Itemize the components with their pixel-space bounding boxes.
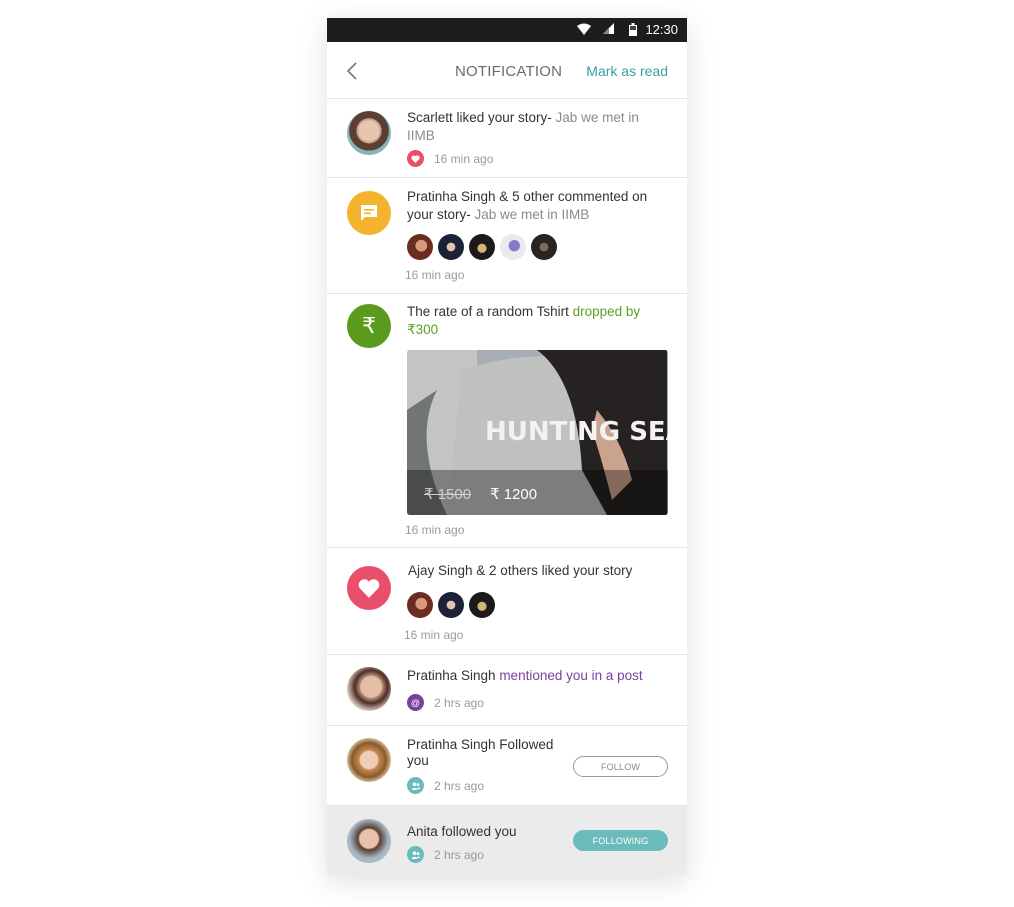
- avatar-pratinha-2: [347, 738, 391, 782]
- notification-text: Pratinha Singh mentioned you in a post: [407, 667, 669, 685]
- notification-item[interactable]: Scarlett liked your story- Jab we met in…: [327, 99, 687, 178]
- wifi-icon: [577, 23, 591, 35]
- notification-item[interactable]: Pratinha Singh & 5 other commented on yo…: [327, 178, 687, 294]
- notification-time: 2 hrs ago: [434, 847, 485, 862]
- notification-text: Scarlett liked your story- Jab we met in…: [407, 109, 669, 145]
- avatar: [438, 592, 464, 618]
- notification-time: 16 min ago: [405, 268, 465, 282]
- notification-meta: 16 min ago: [407, 150, 493, 167]
- mark-as-read-button[interactable]: Mark as read: [586, 63, 668, 79]
- notification-text: The rate of a random Tshirt dropped by ₹…: [407, 303, 669, 339]
- notification-item[interactable]: Pratinha Singh mentioned you in a post @…: [327, 655, 687, 726]
- signal-icon: [603, 23, 614, 34]
- notification-time: 16 min ago: [434, 151, 494, 166]
- avatar: [469, 234, 495, 260]
- shirt-print-text: HUNTING SEASON: [485, 417, 668, 447]
- notification-text: Pratinha Singh & 5 other commented on yo…: [407, 188, 669, 224]
- notification-item[interactable]: Anita followed you 2 hrs ago FOLLOWING: [327, 806, 687, 875]
- heart-icon: [347, 566, 391, 610]
- notification-body: The rate of a random Tshirt: [407, 304, 573, 319]
- phone-screen: 12:30 NOTIFICATION Mark as read Scarlett…: [327, 18, 687, 875]
- notification-meta: 2 hrs ago: [407, 846, 484, 863]
- back-arrow-icon[interactable]: [345, 61, 359, 81]
- notification-text: Ajay Singh & 2 others liked your story: [408, 563, 633, 578]
- notification-time: 16 min ago: [404, 628, 464, 642]
- status-bar: 12:30: [327, 18, 687, 42]
- rupee-icon: ₹: [347, 304, 391, 348]
- avatar-scarlett: [347, 111, 391, 155]
- avatar: [407, 592, 433, 618]
- avatar: [531, 234, 557, 260]
- status-time: 12:30: [645, 22, 678, 37]
- follow-button[interactable]: FOLLOW: [573, 756, 668, 777]
- notification-meta: @ 2 hrs ago: [407, 694, 484, 711]
- page-title: NOTIFICATION: [455, 63, 563, 80]
- battery-icon: [629, 23, 637, 36]
- avatar: [407, 234, 433, 260]
- avatar-anita: [347, 819, 391, 863]
- comment-icon: [347, 191, 391, 235]
- notification-time: 2 hrs ago: [434, 695, 485, 710]
- app-bar: NOTIFICATION Mark as read: [327, 42, 687, 99]
- following-button[interactable]: FOLLOWING: [573, 830, 668, 851]
- notification-actor: Pratinha Singh: [407, 668, 500, 683]
- notification-meta: 2 hrs ago: [407, 777, 484, 794]
- avatar: [469, 592, 495, 618]
- notification-item[interactable]: ₹ The rate of a random Tshirt dropped by…: [327, 294, 687, 548]
- avatar: [438, 234, 464, 260]
- liker-avatars: [407, 592, 500, 618]
- new-price: ₹ 1200: [490, 486, 538, 503]
- notification-time: 16 min ago: [405, 523, 465, 537]
- commenter-avatars: [407, 234, 562, 260]
- people-icon: [407, 846, 424, 863]
- notification-item[interactable]: Pratinha Singh Followed you 2 hrs ago FO…: [327, 726, 687, 806]
- notification-text: Pratinha Singh Followed you: [407, 737, 554, 768]
- at-icon: @: [407, 694, 424, 711]
- mention-highlight: mentioned you in a post: [499, 668, 643, 683]
- old-price: ₹ 1500: [424, 486, 472, 503]
- people-icon: [407, 777, 424, 794]
- notification-actor: Scarlett liked your story-: [407, 110, 556, 125]
- avatar: [500, 234, 526, 260]
- avatar-pratinha: [347, 667, 391, 711]
- heart-icon: [407, 150, 424, 167]
- notification-time: 2 hrs ago: [434, 778, 485, 793]
- product-image[interactable]: HUNTING SEASON ₹ 1500 ₹ 1200: [407, 350, 668, 515]
- notification-item[interactable]: Ajay Singh & 2 others liked your story 1…: [327, 548, 687, 655]
- story-title: Jab we met in IIMB: [474, 207, 590, 222]
